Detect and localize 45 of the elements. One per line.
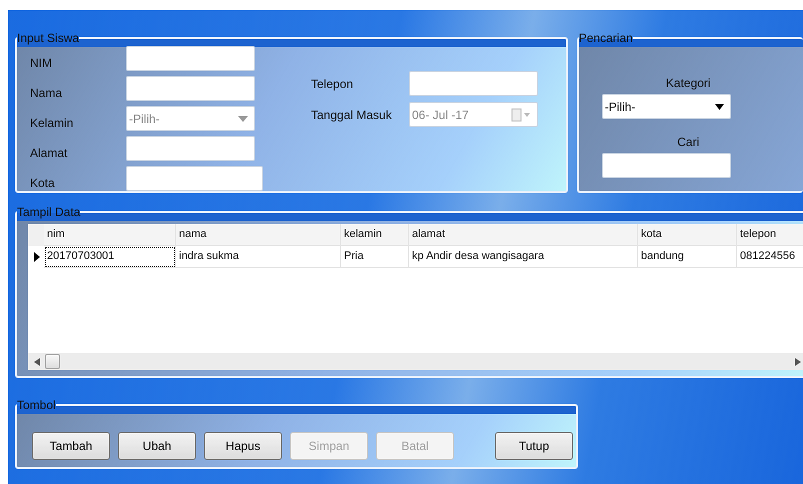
column-header[interactable]: alamat xyxy=(409,224,638,246)
search-field[interactable] xyxy=(602,153,731,178)
field-label: Tanggal Masuk xyxy=(311,108,393,122)
field-label: Telepon xyxy=(311,76,354,90)
scroll-thumb[interactable] xyxy=(45,354,60,369)
panel-title: Input Siswa xyxy=(17,32,80,44)
field-label: Alamat xyxy=(30,144,68,160)
dropdown[interactable]: -Pilih- xyxy=(126,106,255,131)
scroll-left-icon[interactable] xyxy=(34,358,40,366)
table-cell: bandung xyxy=(638,246,737,268)
action-button[interactable]: Tutup xyxy=(495,432,573,460)
table-cell: 20170703001 xyxy=(44,246,176,268)
field-label: Cari xyxy=(676,135,700,149)
input-field[interactable] xyxy=(126,166,263,191)
input-field[interactable] xyxy=(126,46,255,71)
input-field[interactable] xyxy=(409,71,538,96)
panel-title: Pencarian xyxy=(578,32,633,44)
action-button[interactable]: Tambah xyxy=(32,432,110,460)
table-cell: 081224556 xyxy=(737,246,803,268)
field-label: NIM xyxy=(30,54,53,70)
horizontal-scrollbar[interactable] xyxy=(28,353,803,370)
column-header[interactable]: kelamin xyxy=(341,224,409,246)
column-header[interactable]: nama xyxy=(176,224,341,246)
field-label: Kategori xyxy=(664,76,712,90)
input-field[interactable] xyxy=(126,136,255,161)
table-cell: Pria xyxy=(341,246,409,268)
table-cell: kp Andir desa wangisagara xyxy=(409,246,638,268)
dropdown[interactable]: -Pilih- xyxy=(602,94,731,119)
field-label: Kota xyxy=(30,174,56,190)
date-picker[interactable]: 06- Jul -17 xyxy=(409,102,538,127)
field-label: Kelamin xyxy=(30,114,74,130)
action-button[interactable]: Ubah xyxy=(118,432,196,460)
caret-icon xyxy=(714,104,724,110)
caret-icon xyxy=(238,116,248,122)
panel-title: Tombol xyxy=(17,399,56,411)
column-header[interactable]: kota xyxy=(638,224,737,246)
column-header[interactable]: telepon xyxy=(737,224,803,246)
action-button[interactable]: Hapus xyxy=(204,432,282,460)
table-cell: indra sukma xyxy=(176,246,341,268)
scroll-right-icon[interactable] xyxy=(795,358,801,366)
field-label: Nama xyxy=(30,84,64,100)
input-field[interactable] xyxy=(126,76,255,101)
calendar-icon xyxy=(511,108,531,122)
column-header[interactable]: nim xyxy=(44,224,176,246)
panel-title: Tampil Data xyxy=(17,206,80,218)
